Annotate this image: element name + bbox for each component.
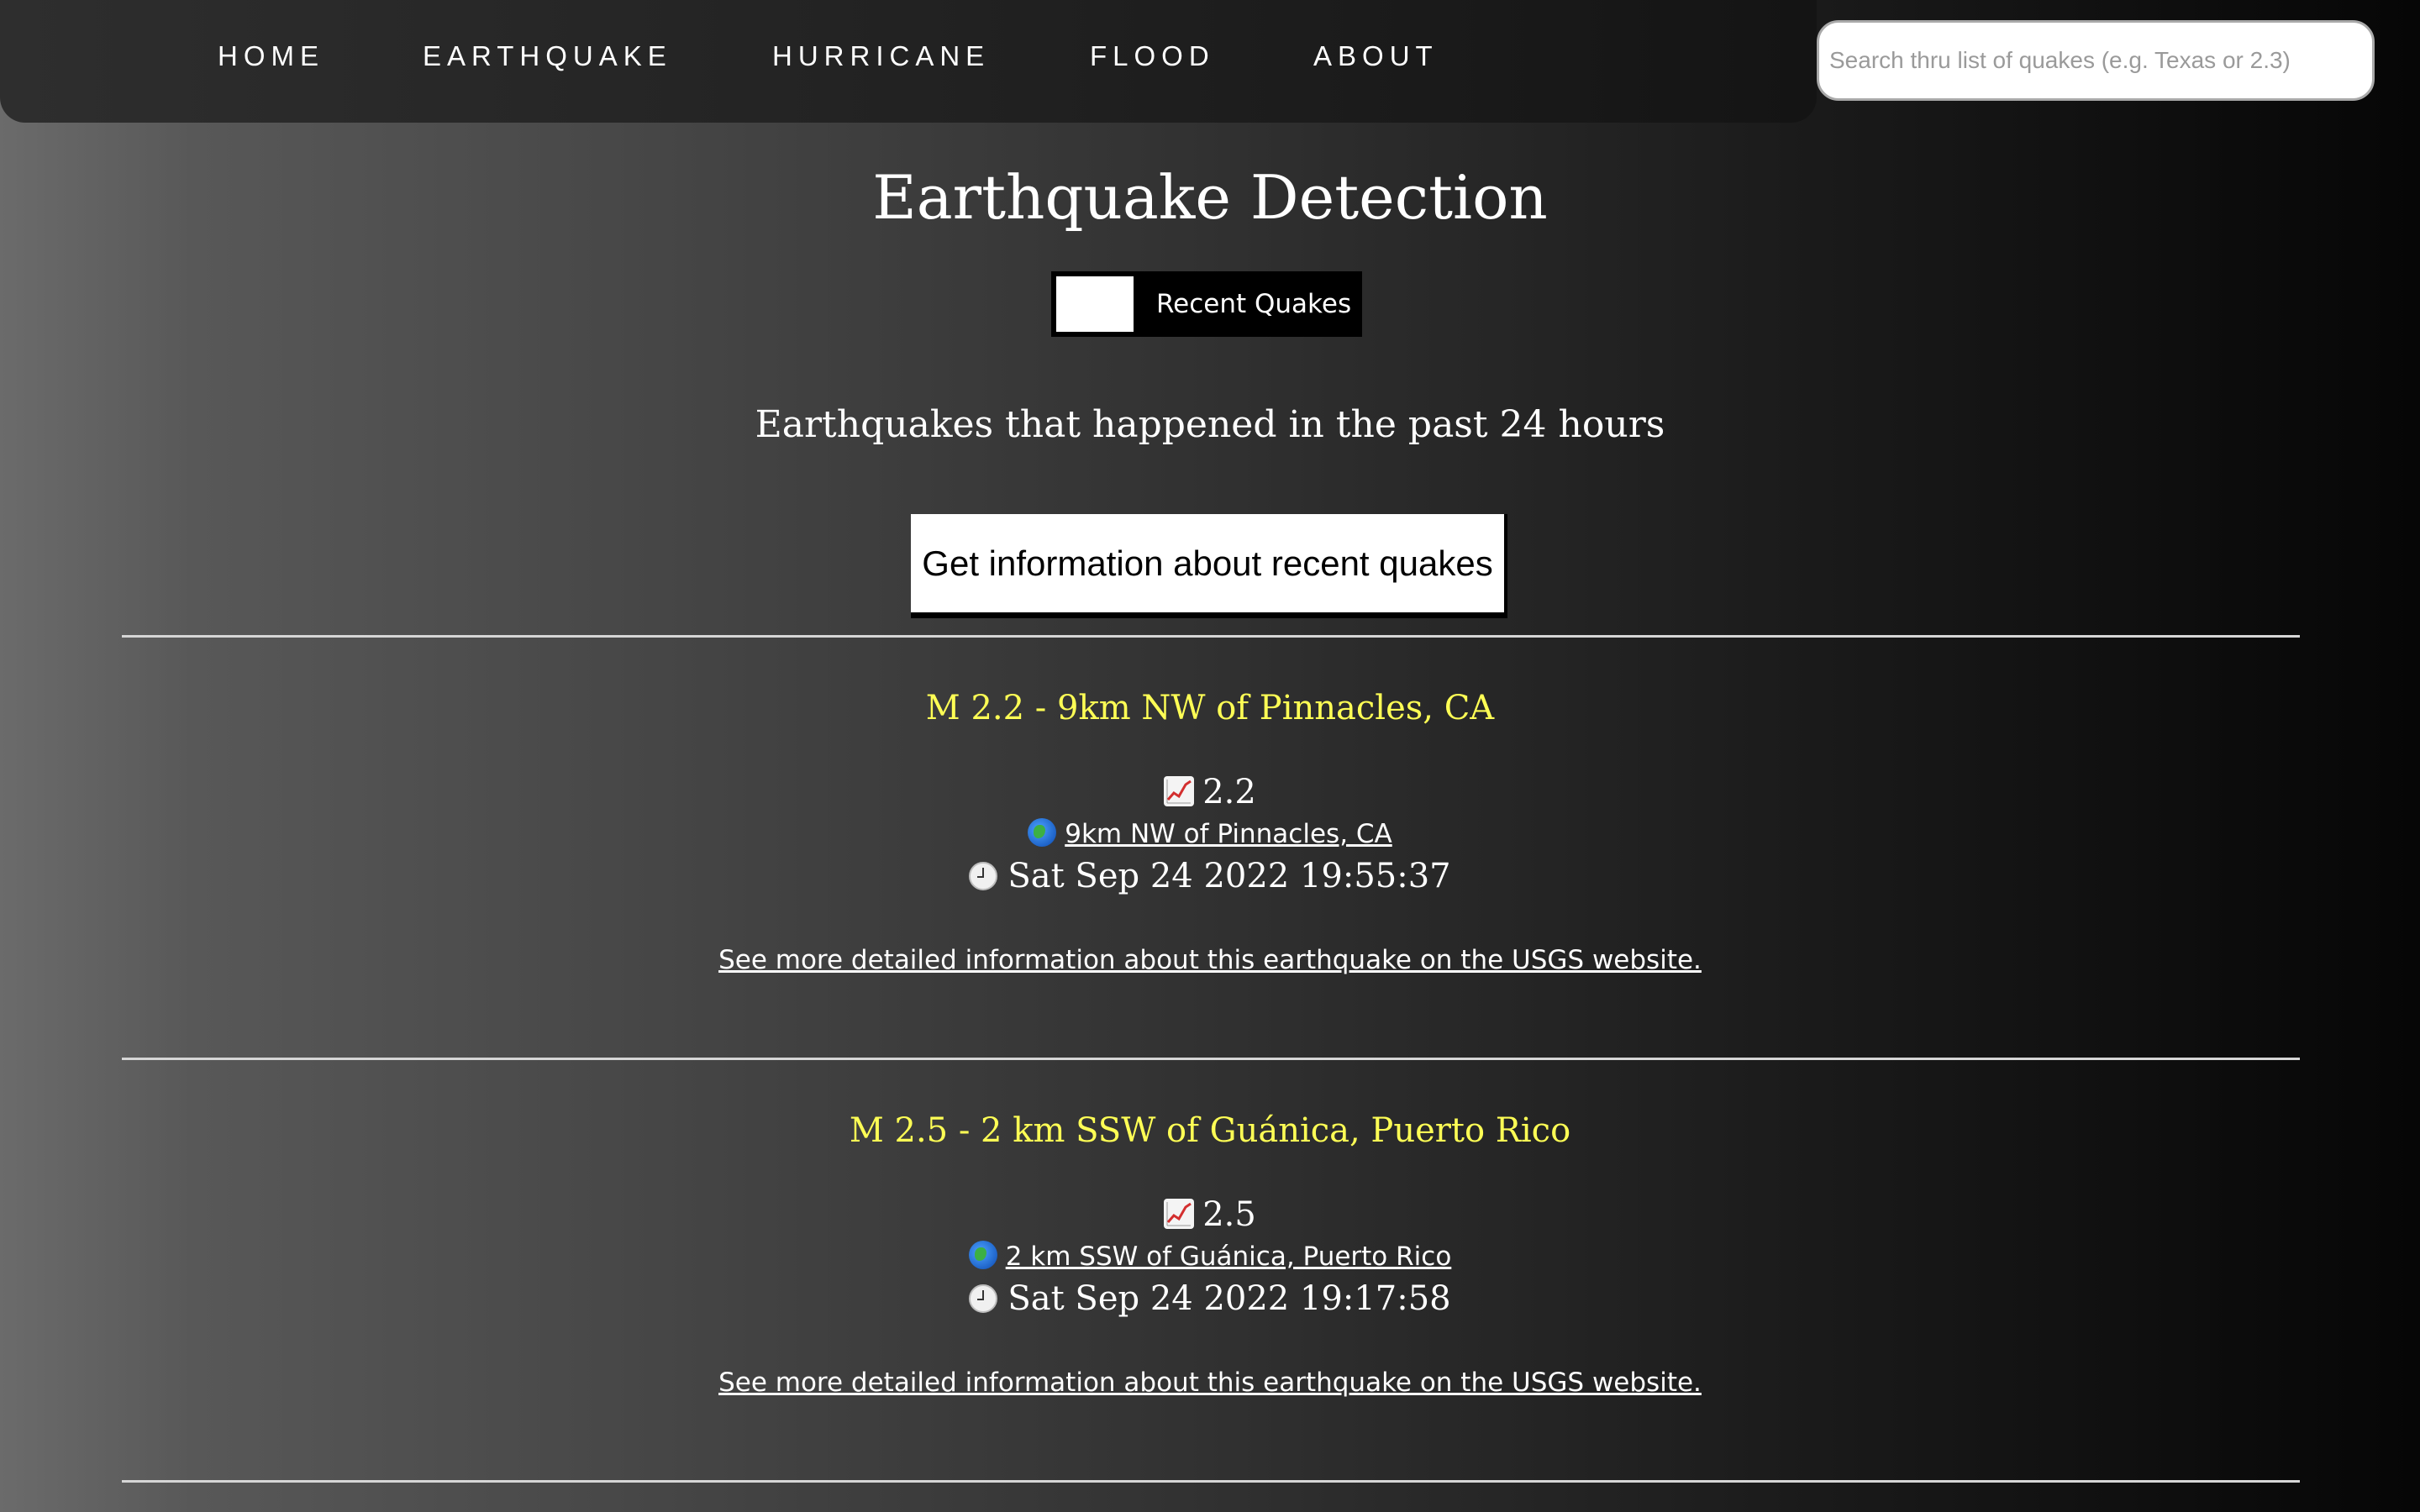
quake-location-row: 2 km SSW of Guánica, Puerto Rico — [0, 1238, 2420, 1275]
quake-time-row: Sat Sep 24 2022 19:55:37 — [0, 853, 2420, 900]
page-title: Earthquake Detection — [872, 162, 1548, 233]
toggle-label: Recent Quakes — [1156, 289, 1352, 319]
usgs-details-link[interactable]: See more detailed information about this… — [718, 1368, 1702, 1398]
usgs-details-link[interactable]: See more detailed information about this… — [718, 945, 1702, 975]
chart-increasing-icon — [1164, 1199, 1195, 1229]
page-subtitle: Earthquakes that happened in the past 24… — [755, 403, 1665, 446]
nav-flood-link[interactable]: FLOOD — [1090, 40, 1215, 72]
quake-title: M 2.5 - 2 km SSW of Guánica, Puerto Rico — [849, 1111, 1571, 1150]
quake-location-link[interactable]: 9km NW of Pinnacles, CA — [1065, 819, 1392, 849]
chart-increasing-icon — [1164, 776, 1195, 806]
search-input[interactable] — [1817, 20, 2375, 101]
divider — [122, 1480, 2300, 1483]
top-navbar: HOME EARTHQUAKE HURRICANE FLOOD ABOUT — [0, 0, 1817, 123]
usgs-link-row: See more detailed information about this… — [0, 1364, 2420, 1401]
quake-location-link[interactable]: 2 km SSW of Guánica, Puerto Rico — [1006, 1242, 1452, 1272]
nav-home-link[interactable]: HOME — [218, 40, 324, 72]
usgs-link-row: See more detailed information about this… — [0, 942, 2420, 979]
quake-magnitude-row: 2.2 — [0, 769, 2420, 816]
quake-card: M 2.5 - 2 km SSW of Guánica, Puerto Rico… — [0, 1060, 2420, 1480]
quake-magnitude-row: 2.5 — [0, 1191, 2420, 1238]
nav-earthquake-link[interactable]: EARTHQUAKE — [423, 40, 672, 72]
quake-title: M 2.2 - 9km NW of Pinnacles, CA — [925, 689, 1495, 727]
globe-icon — [968, 1241, 997, 1269]
get-recent-quakes-button[interactable]: Get information about recent quakes — [911, 514, 1507, 618]
nav-about-link[interactable]: ABOUT — [1313, 40, 1439, 72]
quake-time: Sat Sep 24 2022 19:17:58 — [1007, 1279, 1451, 1318]
clock-icon — [969, 1284, 998, 1313]
nav-hurricane-link[interactable]: HURRICANE — [772, 40, 990, 72]
recent-quakes-toggle[interactable]: Recent Quakes — [1051, 271, 1362, 337]
clock-icon — [969, 862, 998, 890]
quake-time-row: Sat Sep 24 2022 19:17:58 — [0, 1275, 2420, 1322]
quake-magnitude: 2.2 — [1202, 773, 1256, 811]
quake-magnitude: 2.5 — [1202, 1195, 1256, 1234]
toggle-knob — [1056, 276, 1134, 332]
quake-location-row: 9km NW of Pinnacles, CA — [0, 816, 2420, 853]
globe-icon — [1028, 818, 1057, 847]
quake-card: M 2.2 - 9km NW of Pinnacles, CA 2.2 9km … — [0, 638, 2420, 1058]
quake-time: Sat Sep 24 2022 19:55:37 — [1007, 857, 1451, 895]
